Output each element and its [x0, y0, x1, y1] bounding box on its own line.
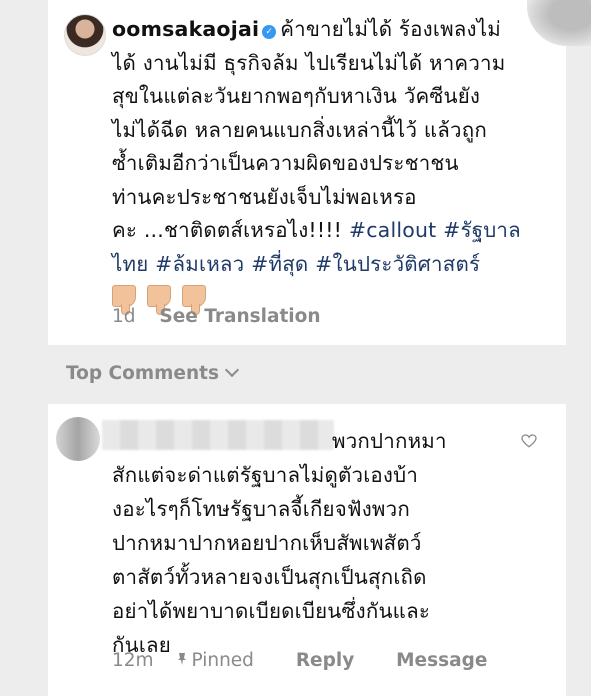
- heart-icon[interactable]: [521, 434, 537, 448]
- caption-line: สุขในแต่ละวันยากพอๆกับหาเงิน วัคซีนยัง: [112, 84, 481, 108]
- thumbs-down-icon: [147, 285, 172, 315]
- top-comments-dropdown[interactable]: Top Comments: [66, 362, 240, 384]
- comment-line: ปากหมาปากหอยปากเห็บสัพเพสัตว์: [112, 531, 422, 555]
- comment-line: พวกปากหมา: [332, 429, 447, 453]
- post-caption: oomsakaojai ✓ ค้าขายไม่ได้ ร้องเพลงไม่ ได้…: [112, 13, 552, 315]
- comment-time: 12m: [112, 650, 154, 671]
- thumbs-down-icon: [112, 285, 136, 315]
- caption-line: ซ้ำเติมอีกว่าเป็นความผิดของประชาชน: [112, 151, 459, 175]
- caption-line: ท่านคะประชาชนยังเจ็บไม่พอเหรอ: [112, 184, 417, 209]
- profile-avatar[interactable]: [64, 14, 106, 56]
- thumbs-down-icon: [182, 285, 207, 315]
- comment-line: ตาสัตว์ทั้วหลายจงเป็นสุกเป็นสุกเถิด: [112, 565, 427, 589]
- caption-line: ไม่ได้ฉีด หลายคนแบกสิ่งเหล่านี้ไว้ แล้วถ…: [112, 117, 487, 142]
- commenter-avatar-blurred[interactable]: [56, 417, 100, 461]
- post-meta: 1d See Translation: [112, 306, 339, 327]
- top-comments-label: Top Comments: [66, 363, 219, 384]
- hashtag-links[interactable]: ไทย #ล้มเหลว #ที่สุด #ในประวัติศาสตร์: [112, 252, 480, 276]
- pinned-indicator: Pinned: [177, 650, 271, 671]
- post-username[interactable]: oomsakaojai: [112, 17, 259, 41]
- verified-badge-icon: ✓: [262, 25, 277, 39]
- caption-line: ได้ งานไม่มี ธุรกิจล้ม ไปเรียนไม่ได้ หาค…: [112, 50, 506, 75]
- caption-line: คะ ...ชาติดตส์เหรอไง!!!!: [112, 218, 349, 242]
- hashtag-links[interactable]: #callout #รัฐบาล: [349, 218, 521, 242]
- caption-line: ค้าขายไม่ได้ ร้องเพลงไม่: [280, 17, 501, 41]
- reply-button[interactable]: Reply: [296, 650, 354, 671]
- chevron-down-icon: [224, 362, 240, 378]
- pin-icon: [178, 653, 187, 665]
- comment-line: สักแต่จะด่าแต่รัฐบาลไม่ดูตัวเองบ้า: [112, 463, 419, 487]
- comment-line: อย่าได้พยาบาดเบียดเบียนซึ่งกันและ: [112, 599, 431, 623]
- comment-meta: 12m Pinned Reply Message: [112, 650, 487, 671]
- comment-line: งอะไรๆก็โทษรัฐบาลจี้เกียจฟังพวก: [112, 497, 410, 521]
- see-translation-button[interactable]: See Translation: [159, 306, 320, 327]
- message-button[interactable]: Message: [396, 650, 487, 671]
- post-time: 1d: [112, 306, 136, 327]
- comment-text: พวกปากหมา สักแต่จะด่าแต่รัฐบาลไม่ดูตัวเอ…: [112, 424, 512, 662]
- pinned-label: Pinned: [191, 650, 254, 671]
